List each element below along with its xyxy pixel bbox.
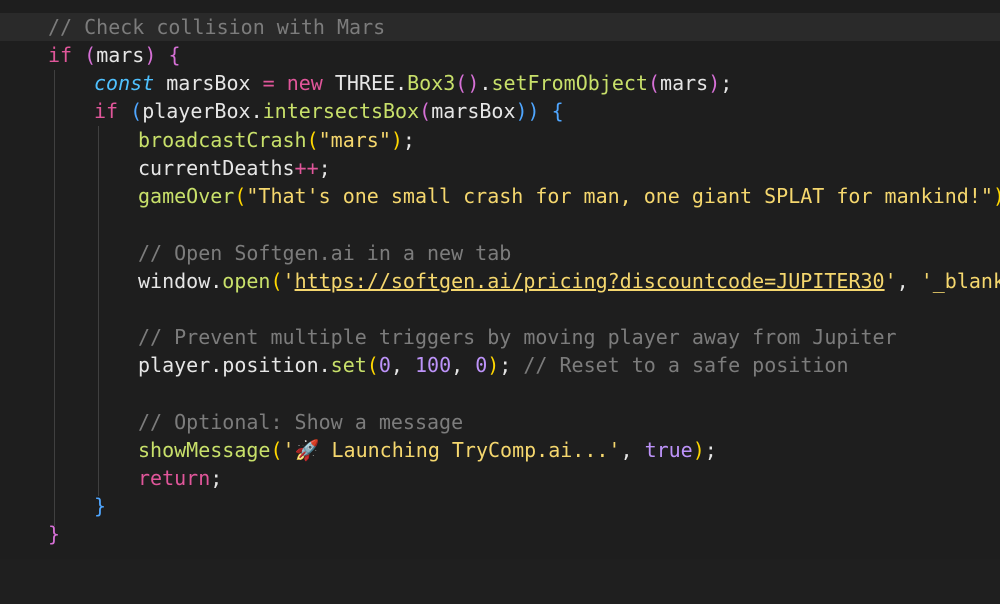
code-line-9[interactable]: // Open Softgen.ai in a new tab <box>0 239 1000 267</box>
function-name: set <box>330 353 367 377</box>
semicolon: ; <box>704 438 717 462</box>
paren: ( <box>72 43 97 67</box>
identifier: currentDeaths <box>138 156 295 180</box>
keyword: return <box>138 466 211 490</box>
string: ' <box>282 269 295 293</box>
paren: ) <box>390 128 403 152</box>
paren: ( <box>118 99 143 123</box>
number: 0 <box>378 353 391 377</box>
comment: // Reset to a safe position <box>511 353 849 377</box>
string: "mars" <box>318 128 391 152</box>
identifier: player <box>138 353 211 377</box>
keyword: if <box>48 43 73 67</box>
semicolon: ; <box>318 156 331 180</box>
boolean: true <box>644 438 693 462</box>
code-line-3[interactable]: const marsBox = new THREE.Box3().setFrom… <box>0 69 1000 97</box>
paren: ( <box>234 184 247 208</box>
brace: } <box>94 494 107 518</box>
operator: = <box>250 71 287 95</box>
comment: // Optional: Show a message <box>138 410 464 434</box>
dot: . <box>318 353 331 377</box>
comma: , <box>451 353 476 377</box>
dot: . <box>210 269 223 293</box>
string: ' <box>884 269 897 293</box>
number: 100 <box>414 353 452 377</box>
dot: . <box>250 99 263 123</box>
number: 0 <box>475 353 488 377</box>
code-line-15[interactable]: // Optional: Show a message <box>0 408 1000 436</box>
paren: ( <box>270 438 283 462</box>
semicolon: ; <box>210 466 223 490</box>
identifier: mars <box>660 71 709 95</box>
dot: . <box>479 71 492 95</box>
brace: } <box>48 522 61 546</box>
dot: . <box>210 353 223 377</box>
paren: ( <box>366 353 379 377</box>
keyword: const <box>94 71 155 95</box>
code-line-4[interactable]: if (playerBox.intersectsBox(marsBox)) { <box>0 97 1000 125</box>
comment: // Prevent multiple triggers by moving p… <box>138 325 897 349</box>
function-name: open <box>222 269 271 293</box>
identifier: playerBox <box>142 99 251 123</box>
string: "That's one small crash for man, one gia… <box>246 184 993 208</box>
code-line-6[interactable]: currentDeaths++; <box>0 154 1000 182</box>
semicolon: ; <box>402 128 415 152</box>
identifier: marsBox <box>166 71 251 95</box>
function-name: setFromObject <box>491 71 648 95</box>
brace: { <box>539 99 564 123</box>
function-name: intersectsBox <box>262 99 420 123</box>
string: '🚀 Launching TryComp.ai...' <box>282 438 621 462</box>
url-link[interactable]: https://softgen.ai/pricing?discountcode=… <box>295 269 885 293</box>
code-line-19[interactable]: } <box>0 520 1000 548</box>
code-editor[interactable]: // Check collision with Mars if (mars) {… <box>0 0 1000 559</box>
paren: )) <box>515 99 540 123</box>
paren: ) <box>993 184 1000 208</box>
function-name: gameOver <box>138 184 235 208</box>
comma: , <box>390 353 415 377</box>
code-line-10[interactable]: window.open('https://softgen.ai/pricing?… <box>0 267 1000 295</box>
code-line-17[interactable]: return; <box>0 464 1000 492</box>
comment: // Open Softgen.ai in a new tab <box>138 241 512 265</box>
comma: , <box>896 269 921 293</box>
keyword: if <box>94 99 119 123</box>
paren: ( <box>647 71 661 95</box>
function-name: broadcastCrash <box>138 128 307 152</box>
code-line-16[interactable]: showMessage('🚀 Launching TryComp.ai...',… <box>0 436 1000 464</box>
code-line-1[interactable]: // Check collision with Mars <box>0 13 1000 41</box>
semicolon: ; <box>720 71 733 95</box>
semicolon: ; <box>499 353 512 377</box>
identifier: window <box>138 269 211 293</box>
property: position <box>222 353 319 377</box>
paren: ) <box>708 71 721 95</box>
code-line-5[interactable]: broadcastCrash("mars"); <box>0 126 1000 154</box>
string: '_blank' <box>920 269 1000 293</box>
function-name: Box3 <box>407 71 456 95</box>
paren: ) <box>487 353 500 377</box>
identifier: marsBox <box>431 99 516 123</box>
operator: ++ <box>294 156 319 180</box>
identifier: mars <box>96 43 145 67</box>
comma: , <box>620 438 645 462</box>
paren: ( <box>419 99 432 123</box>
comment: // Check collision with Mars <box>48 15 386 39</box>
code-line-13[interactable]: player.position.set(0, 100, 0); // Reset… <box>0 351 1000 379</box>
keyword: new <box>286 71 323 95</box>
identifier: THREE <box>334 71 396 95</box>
code-line-7[interactable]: gameOver("That's one small crash for man… <box>0 182 1000 210</box>
paren: () <box>455 71 480 95</box>
brace: { <box>168 43 181 67</box>
code-line-18[interactable]: } <box>0 492 1000 520</box>
paren: ( <box>306 128 319 152</box>
code-line-12[interactable]: // Prevent multiple triggers by moving p… <box>0 323 1000 351</box>
paren: ) <box>144 43 169 67</box>
code-line-2[interactable]: if (mars) { <box>0 41 1000 69</box>
dot: . <box>395 71 408 95</box>
paren: ) <box>692 438 705 462</box>
paren: ( <box>270 269 283 293</box>
function-name: showMessage <box>138 438 271 462</box>
